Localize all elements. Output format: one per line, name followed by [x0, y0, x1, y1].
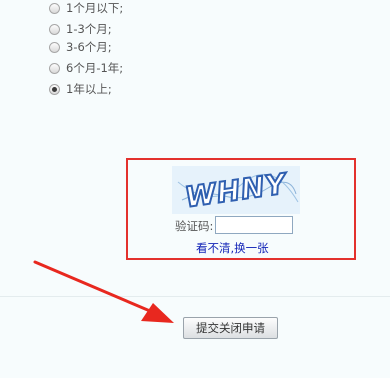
captcha-label: 验证码: — [175, 219, 214, 233]
period-option-1-3-months[interactable]: 1-3个月; — [49, 21, 112, 37]
captcha-refresh-link[interactable]: 看不清,换一张 — [196, 240, 269, 256]
period-option-label: 1个月以下; — [66, 1, 124, 15]
period-option-over-1-year[interactable]: 1年以上; — [49, 81, 112, 97]
period-option-label: 3-6个月; — [66, 40, 112, 54]
captcha-image[interactable]: WHNY — [172, 166, 300, 214]
section-divider — [0, 296, 390, 297]
radio-button[interactable] — [49, 41, 60, 53]
radio-button-checked[interactable] — [49, 83, 60, 95]
captcha-input[interactable] — [215, 216, 293, 234]
period-option-label: 1年以上; — [66, 82, 112, 96]
captcha-text: WHNY — [183, 167, 290, 214]
period-option-under-1-month[interactable]: 1个月以下; — [49, 0, 123, 16]
radio-button[interactable] — [49, 23, 60, 35]
period-option-label: 1-3个月; — [66, 22, 112, 36]
period-option-6-months-1-year[interactable]: 6个月-1年; — [49, 60, 123, 76]
period-option-label: 6个月-1年; — [66, 61, 124, 75]
submit-close-request-button[interactable]: 提交关闭申请 — [183, 317, 278, 339]
captcha-image-graphic: WHNY — [177, 166, 299, 214]
captcha-highlight-box: WHNY 验证码: 看不清,换一张 — [126, 158, 356, 260]
radio-button[interactable] — [49, 2, 60, 14]
period-option-3-6-months[interactable]: 3-6个月; — [49, 39, 112, 55]
radio-button[interactable] — [49, 62, 60, 74]
